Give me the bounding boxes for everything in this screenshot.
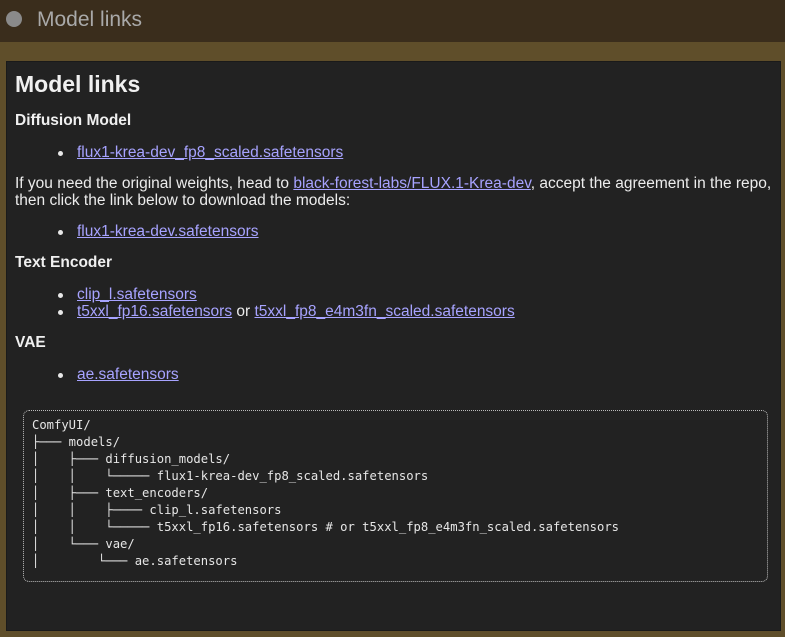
text-encoder-list: clip_l.safetensors t5xxl_fp16.safetensor… (15, 286, 772, 320)
diffusion-model-heading: Diffusion Model (15, 112, 132, 129)
node-collapse-dot-icon[interactable] (6, 11, 22, 27)
clip-l-link[interactable]: clip_l.safetensors (77, 286, 197, 303)
diffusion-fp8-link[interactable]: flux1-krea-dev_fp8_scaled.safetensors (77, 144, 343, 161)
t5xxl-fp16-link[interactable]: t5xxl_fp16.safetensors (77, 303, 232, 320)
list-item: flux1-krea-dev_fp8_scaled.safetensors (15, 144, 772, 161)
diffusion-original-link[interactable]: flux1-krea-dev.safetensors (77, 223, 259, 240)
list-item: ae.safetensors (15, 366, 772, 383)
original-weights-paragraph: If you need the original weights, head t… (15, 175, 772, 209)
markdown-content: Model links Diffusion Model flux1-krea-d… (15, 70, 772, 397)
folder-tree-code-block: ComfyUI/ ├─── models/ │ ├─── diffusion_m… (23, 410, 768, 582)
model-links-node: Model links Model links Diffusion Model … (0, 0, 785, 637)
vae-list: ae.safetensors (15, 366, 772, 383)
node-header[interactable]: Model links (0, 0, 785, 42)
markdown-panel: Model links Diffusion Model flux1-krea-d… (6, 61, 781, 631)
or-text: or (232, 303, 255, 320)
text-encoder-heading: Text Encoder (15, 254, 113, 271)
list-item: flux1-krea-dev.safetensors (15, 223, 772, 240)
doc-heading: Model links (15, 71, 141, 97)
black-forest-labs-link[interactable]: black-forest-labs/FLUX.1-Krea-dev (293, 175, 530, 192)
list-item: clip_l.safetensors (15, 286, 772, 303)
ae-link[interactable]: ae.safetensors (77, 366, 179, 383)
node-title: Model links (37, 8, 143, 31)
t5xxl-fp8-link[interactable]: t5xxl_fp8_e4m3fn_scaled.safetensors (255, 303, 515, 320)
original-weights-list: flux1-krea-dev.safetensors (15, 223, 772, 240)
paragraph-text: If you need the original weights, head t… (15, 175, 294, 192)
list-item: t5xxl_fp16.safetensors or t5xxl_fp8_e4m3… (15, 303, 772, 320)
vae-heading: VAE (15, 334, 46, 351)
diffusion-model-list: flux1-krea-dev_fp8_scaled.safetensors (15, 144, 772, 161)
